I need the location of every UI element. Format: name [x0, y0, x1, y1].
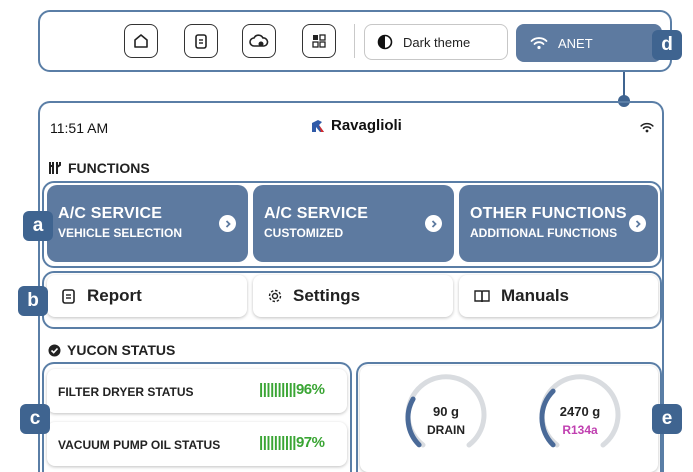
cloud-settings-icon — [249, 34, 269, 47]
clipboard-icon — [195, 34, 207, 49]
wifi-icon — [530, 37, 548, 50]
chevron-right-icon — [629, 215, 646, 232]
filter-dryer-level: ||||||||||96% — [259, 381, 325, 398]
callout-e: e — [652, 404, 682, 434]
grid-icon — [312, 34, 326, 48]
vacuum-pump-oil-level: ||||||||||97% — [259, 434, 325, 451]
status-check-icon — [48, 344, 61, 356]
clock: 11:51 AM — [50, 120, 109, 136]
toolbar-divider — [354, 24, 355, 58]
drain-value: 90 g — [432, 404, 459, 419]
network-label: ANET — [558, 35, 593, 51]
report-label: Report — [87, 286, 142, 305]
settings-button[interactable]: Settings — [253, 275, 453, 317]
home-icon — [134, 34, 148, 48]
contrast-icon — [377, 34, 393, 50]
callout-d-leader — [623, 72, 625, 97]
level-value: 97% — [295, 434, 325, 451]
callout-b: b — [18, 286, 48, 316]
filter-dryer-label: FILTER DRYER STATUS — [58, 385, 194, 399]
report-button[interactable]: Report — [47, 275, 247, 317]
ac-service-customized-card[interactable]: A/C SERVICE CUSTOMIZED — [253, 185, 454, 262]
gauges-card[interactable]: 90 g DRAIN 2470 g R134a — [360, 366, 658, 472]
gear-icon — [268, 289, 282, 303]
ac-service-vehicle-card[interactable]: A/C SERVICE VEHICLE SELECTION — [47, 185, 248, 262]
card-title: A/C SERVICE — [58, 205, 163, 222]
report-icon — [62, 288, 75, 304]
functions-heading: FUNCTIONS — [48, 160, 150, 176]
apps-button[interactable] — [302, 24, 336, 58]
functions-title: FUNCTIONS — [68, 160, 150, 176]
manuals-button[interactable]: Manuals — [459, 275, 658, 317]
level-bars: |||||||||| — [259, 434, 296, 451]
chevron-right-icon — [219, 215, 236, 232]
tools-icon — [49, 162, 61, 174]
settings-label: Settings — [293, 286, 361, 305]
reports-button[interactable] — [184, 24, 218, 58]
cloud-button[interactable] — [242, 24, 276, 58]
brand-logo: Ravaglioli — [310, 117, 402, 134]
chevron-right-icon — [425, 215, 442, 232]
card-title: OTHER FUNCTIONS — [470, 205, 627, 222]
card-subtitle: VEHICLE SELECTION — [58, 226, 183, 240]
vacuum-pump-oil-status[interactable]: VACUUM PUMP OIL STATUS ||||||||||97% — [47, 422, 347, 466]
card-subtitle: CUSTOMIZED — [264, 226, 344, 240]
callout-c: c — [20, 404, 50, 434]
network-button[interactable]: ANET — [516, 24, 662, 62]
refrigerant-value: 2470 g — [559, 404, 601, 419]
card-subtitle: ADDITIONAL FUNCTIONS — [470, 226, 618, 240]
home-button[interactable] — [124, 24, 158, 58]
status-bar: 11:51 AM Ravaglioli — [40, 103, 662, 145]
level-bars: |||||||||| — [259, 381, 296, 398]
drain-label: DRAIN — [427, 423, 465, 437]
top-toolbar: Dark theme ANET — [38, 10, 672, 72]
callout-a: a — [23, 211, 53, 241]
vacuum-pump-oil-label: VACUUM PUMP OIL STATUS — [58, 438, 221, 452]
book-icon — [474, 290, 490, 303]
yucon-title: YUCON STATUS — [67, 342, 176, 358]
manuals-label: Manuals — [501, 286, 570, 305]
refrigerant-type: R134a — [562, 423, 598, 437]
card-title: A/C SERVICE — [264, 205, 369, 222]
status-wifi-icon — [640, 122, 654, 133]
gauges-svg — [405, 374, 621, 448]
ravaglioli-logo-icon — [312, 119, 324, 132]
callout-d: d — [652, 30, 682, 60]
other-functions-card[interactable]: OTHER FUNCTIONS ADDITIONAL FUNCTIONS — [459, 185, 658, 262]
yucon-heading: YUCON STATUS — [48, 342, 175, 358]
level-value: 96% — [295, 381, 325, 398]
filter-dryer-status[interactable]: FILTER DRYER STATUS ||||||||||96% — [47, 369, 347, 413]
brand-name: Ravaglioli — [331, 117, 402, 134]
dark-theme-button[interactable]: Dark theme — [364, 24, 508, 60]
dark-theme-label: Dark theme — [403, 34, 471, 50]
